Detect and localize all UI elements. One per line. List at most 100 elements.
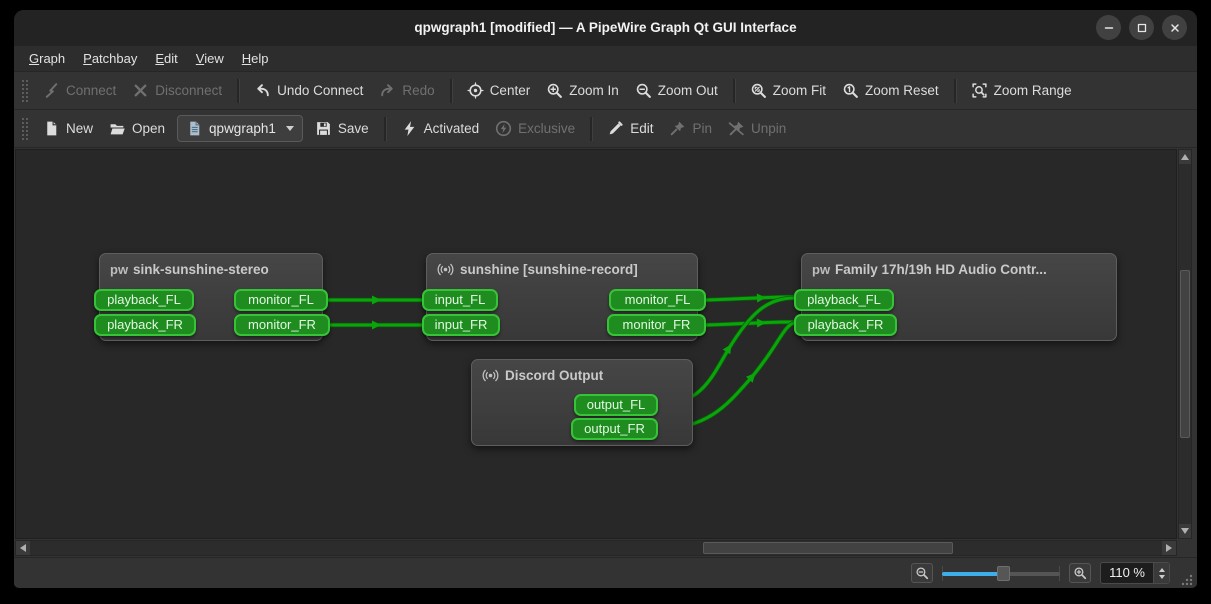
window-resize-grip[interactable] bbox=[1179, 572, 1193, 586]
undo-icon bbox=[254, 82, 271, 99]
app-window: qpwgraph1 [modified] — A PipeWire Graph … bbox=[14, 10, 1197, 588]
titlebar[interactable]: qpwgraph1 [modified] — A PipeWire Graph … bbox=[14, 10, 1197, 46]
activated-button[interactable]: Activated bbox=[393, 115, 488, 142]
spin-up-icon bbox=[1159, 568, 1165, 572]
connect-icon bbox=[43, 82, 60, 99]
node-header[interactable]: pw sink-sunshine-stereo bbox=[100, 254, 322, 285]
toolbar-button-label: Activated bbox=[424, 121, 480, 136]
pipewire-icon: pw bbox=[812, 261, 829, 278]
open-button[interactable]: Open bbox=[101, 115, 173, 142]
node-title: Discord Output bbox=[505, 368, 603, 383]
close-button[interactable] bbox=[1162, 15, 1187, 40]
menu-graph[interactable]: Graph bbox=[20, 48, 74, 69]
output-port-output_FR[interactable]: output_FR bbox=[571, 418, 658, 440]
menu-help[interactable]: Help bbox=[233, 48, 278, 69]
toolbar-patchbay: New Open qpwgraph1 Save Activated Exclusive Ed… bbox=[14, 110, 1197, 148]
exclusive-button[interactable]: Exclusive bbox=[487, 115, 583, 142]
toolbar-patchbay-handle[interactable] bbox=[22, 118, 28, 140]
patchbay-profile-combobox[interactable]: qpwgraph1 bbox=[177, 115, 303, 142]
output-port-monitor_FL[interactable]: monitor_FL bbox=[234, 289, 328, 311]
arrow-left-icon bbox=[20, 544, 26, 552]
pipewire-icon: pw bbox=[110, 261, 127, 278]
save-icon bbox=[315, 120, 332, 137]
spin-down-icon bbox=[1159, 575, 1165, 579]
menu-view[interactable]: View bbox=[187, 48, 233, 69]
save-button[interactable]: Save bbox=[307, 115, 377, 142]
center-button[interactable]: Center bbox=[459, 77, 539, 104]
zoom-in-icon bbox=[546, 82, 563, 99]
menu-patchbay[interactable]: Patchbay bbox=[74, 48, 146, 69]
node-header[interactable]: Discord Output bbox=[472, 360, 692, 391]
toolbar-button-label: Zoom Out bbox=[658, 83, 718, 98]
toolbar-button-label: Open bbox=[132, 121, 165, 136]
zoom-slider-handle[interactable] bbox=[997, 566, 1010, 581]
scroll-right-button[interactable] bbox=[1162, 541, 1176, 555]
zoom-value[interactable]: 110 % bbox=[1101, 563, 1153, 583]
toolbar-button-label: New bbox=[66, 121, 93, 136]
zoom-fit-button[interactable]: Zoom Fit bbox=[742, 77, 834, 104]
input-port-playback_FL[interactable]: playback_FL bbox=[794, 289, 894, 311]
toolbar-button-label: Connect bbox=[66, 83, 116, 98]
input-port-playback_FR[interactable]: playback_FR bbox=[794, 314, 897, 336]
toolbar-button-label: Zoom Fit bbox=[773, 83, 826, 98]
disconnect-button[interactable]: Disconnect bbox=[124, 77, 230, 104]
vertical-scrollbar[interactable] bbox=[1178, 149, 1192, 539]
horizontal-scrollbar[interactable] bbox=[15, 540, 1177, 556]
menu-edit[interactable]: Edit bbox=[146, 48, 186, 69]
menubar: GraphPatchbayEditViewHelp bbox=[14, 46, 1197, 72]
horizontal-scrollbar-thumb[interactable] bbox=[703, 542, 953, 554]
node-title: sink-sunshine-stereo bbox=[133, 262, 269, 277]
toolbar-button-label: Edit bbox=[630, 121, 653, 136]
output-port-output_FL[interactable]: output_FL bbox=[574, 394, 658, 416]
disconnect-icon bbox=[132, 82, 149, 99]
zoom-out-button[interactable] bbox=[911, 563, 933, 583]
input-port-playback_FR[interactable]: playback_FR bbox=[94, 314, 196, 336]
scroll-down-button[interactable] bbox=[1179, 524, 1191, 538]
pin-icon bbox=[669, 120, 686, 137]
zoom-in-button[interactable]: Zoom In bbox=[538, 77, 627, 104]
zoom-reset-button[interactable]: Zoom Reset bbox=[834, 77, 947, 104]
toolbar-button-label: Zoom Reset bbox=[865, 83, 939, 98]
edit-button[interactable]: Edit bbox=[599, 115, 661, 142]
node-header[interactable]: pwFamily 17h/19h HD Audio Contr... bbox=[802, 254, 1116, 285]
new-button[interactable]: New bbox=[35, 115, 101, 142]
vertical-scrollbar-thumb[interactable] bbox=[1180, 270, 1190, 438]
graph-canvas[interactable]: pwsink-sunshine-stereoplayback_FLplaybac… bbox=[15, 149, 1177, 539]
zoom-slider[interactable] bbox=[942, 564, 1060, 582]
output-port-monitor_FR[interactable]: monitor_FR bbox=[607, 314, 706, 336]
output-port-monitor_FR[interactable]: monitor_FR bbox=[234, 314, 330, 336]
pin-button[interactable]: Pin bbox=[661, 115, 720, 142]
canvas-area: pwsink-sunshine-stereoplayback_FLplaybac… bbox=[14, 148, 1197, 557]
input-port-input_FR[interactable]: input_FR bbox=[422, 314, 500, 336]
undo-connect-button[interactable]: Undo Connect bbox=[246, 77, 371, 104]
input-port-input_FL[interactable]: input_FL bbox=[422, 289, 498, 311]
toolbar-graph-handle[interactable] bbox=[22, 80, 28, 102]
unpin-button[interactable]: Unpin bbox=[720, 115, 794, 142]
zoom-range-button[interactable]: Zoom Range bbox=[963, 77, 1080, 104]
redo-icon bbox=[379, 82, 396, 99]
output-port-monitor_FL[interactable]: monitor_FL bbox=[609, 289, 706, 311]
toolbar-button-label: Save bbox=[338, 121, 369, 136]
open-icon bbox=[109, 120, 126, 137]
zoom-out-button[interactable]: Zoom Out bbox=[627, 77, 726, 104]
chevron-down-icon bbox=[286, 126, 294, 131]
toolbar-separator bbox=[384, 117, 386, 141]
connect-button[interactable]: Connect bbox=[35, 77, 124, 104]
zoom-out-icon bbox=[635, 82, 652, 99]
input-port-playback_FL[interactable]: playback_FL bbox=[94, 289, 194, 311]
statusbar: 110 % bbox=[14, 557, 1197, 588]
activated-icon bbox=[401, 120, 418, 137]
arrow-up-icon bbox=[1181, 154, 1189, 160]
redo-button[interactable]: Redo bbox=[371, 77, 442, 104]
toolbar-button-label: Exclusive bbox=[518, 121, 575, 136]
minimize-button[interactable] bbox=[1096, 15, 1121, 40]
toolbar-button-label: Unpin bbox=[751, 121, 786, 136]
scroll-left-button[interactable] bbox=[16, 541, 30, 555]
toolbar-separator bbox=[237, 79, 239, 103]
maximize-button[interactable] bbox=[1129, 15, 1154, 40]
zoom-in-button[interactable] bbox=[1069, 563, 1091, 583]
scroll-up-button[interactable] bbox=[1179, 150, 1191, 164]
zoom-spin-buttons[interactable] bbox=[1153, 563, 1169, 583]
node-header[interactable]: sunshine [sunshine-record] bbox=[427, 254, 697, 285]
zoom-spinbox[interactable]: 110 % bbox=[1100, 562, 1170, 584]
